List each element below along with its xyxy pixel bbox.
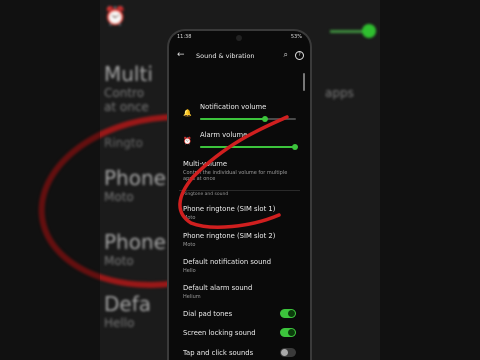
bg-text: apps bbox=[325, 86, 354, 100]
bg-text: at once bbox=[104, 100, 149, 114]
bg-text: Hello bbox=[104, 316, 135, 330]
bg-text: Contro bbox=[104, 86, 145, 100]
bg-alarm-icon: ⏰ bbox=[104, 6, 127, 27]
red-annotation-circle bbox=[178, 115, 289, 229]
right-dim bbox=[380, 0, 480, 360]
bg-text: Defa bbox=[104, 292, 152, 316]
bg-text: Multi bbox=[104, 62, 153, 86]
left-dim bbox=[0, 0, 100, 360]
bg-slider-knob bbox=[362, 24, 376, 38]
phone-screen: 11:38 53% ← Sound & vibration ⌕ ? 🔔 Noti… bbox=[167, 29, 312, 360]
